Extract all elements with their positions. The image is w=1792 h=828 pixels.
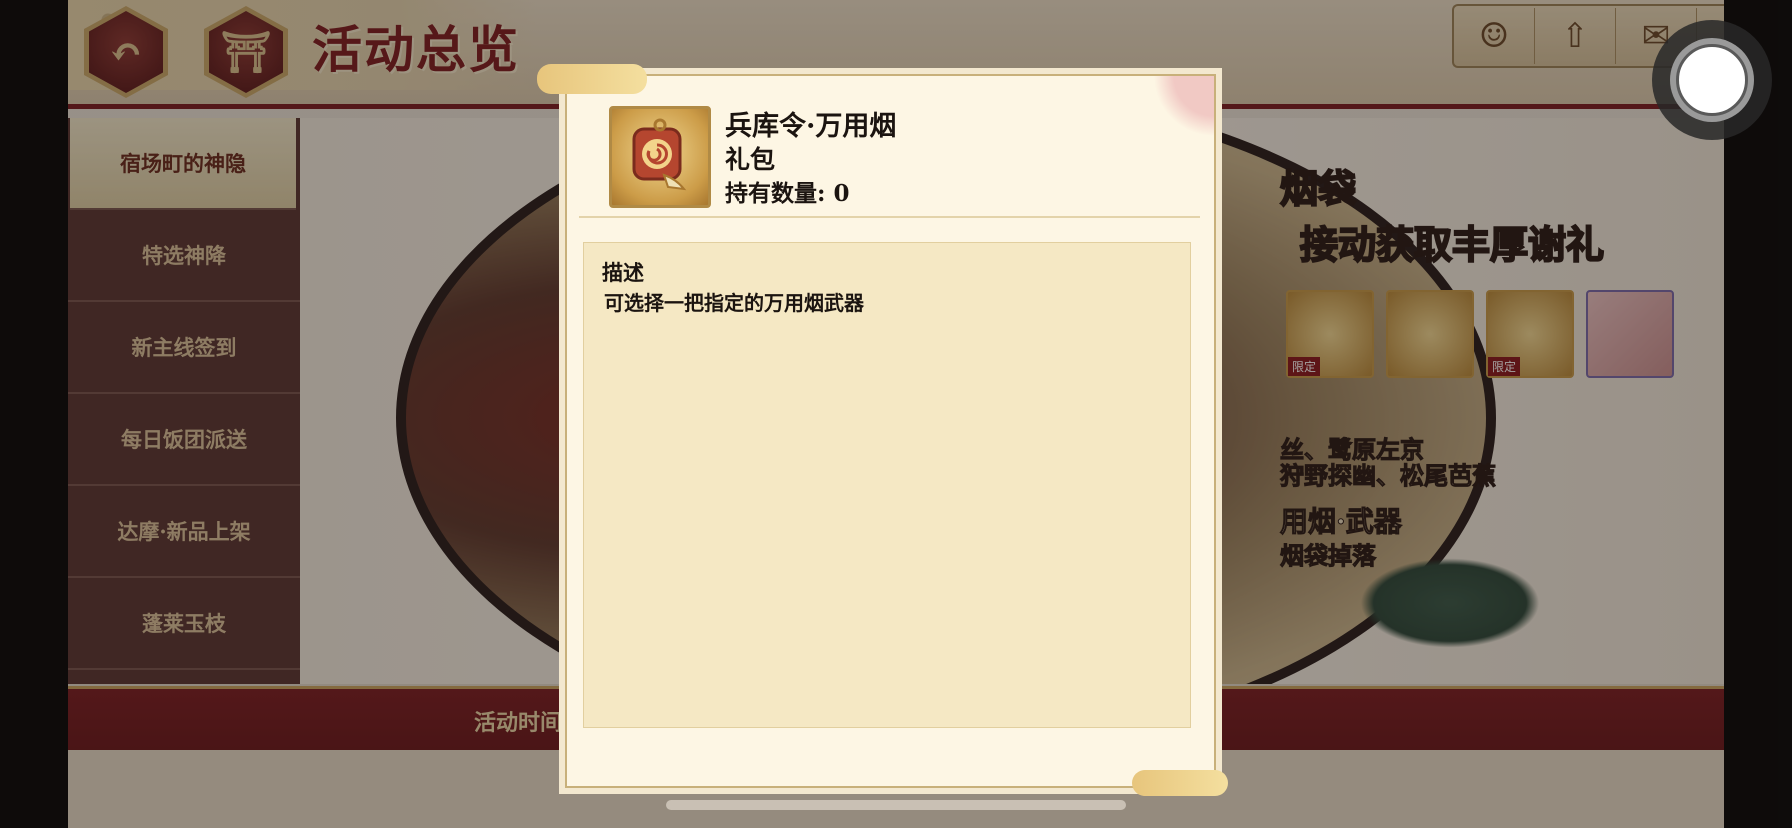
description-text: 可选择一把指定的万用烟武器 (604, 291, 864, 315)
home-indicator[interactable] (666, 800, 1126, 810)
item-icon-frame (609, 106, 711, 208)
item-count: 持有数量: 0 (725, 180, 850, 207)
tobacco-pouch-icon (632, 118, 687, 191)
sakura-corner-decoration (1094, 76, 1214, 136)
capture-core (1676, 44, 1748, 116)
item-name: 兵库令·万用烟 (725, 111, 897, 142)
gold-ornament (537, 64, 647, 94)
description-heading: 描述 (602, 260, 644, 285)
item-detail-modal: 兵库令·万用烟 礼包 持有数量: 0 描述 可选择一把指定的万用烟武器 (537, 64, 1228, 796)
item-type: 礼包 (725, 145, 776, 174)
screen-capture-button[interactable] (1652, 20, 1772, 140)
capture-ring (1670, 38, 1754, 122)
gold-ornament (1132, 770, 1228, 796)
modal-divider (579, 216, 1200, 218)
description-panel: 描述 可选择一把指定的万用烟武器 (583, 242, 1191, 728)
